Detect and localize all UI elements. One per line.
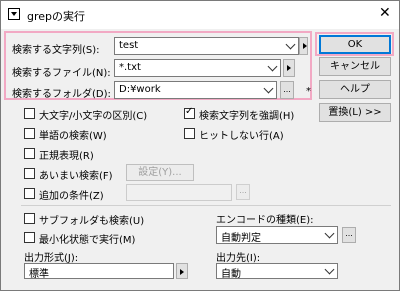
highlight-checkbox[interactable] [184,106,195,119]
search-file-label: 検索するファイル(N): [12,68,111,79]
search-file-menu-button[interactable] [283,59,295,77]
regex-checkbox[interactable] [24,148,35,159]
search-folder-value: D:¥work [119,84,161,95]
regex-label: 正規表現(R) [39,151,94,162]
cancel-button[interactable]: キャンセル [319,57,391,76]
word-checkbox[interactable] [24,128,35,139]
extra-condition-label: 追加の条件(Z) [39,191,104,202]
extra-condition-checkbox[interactable] [24,188,35,199]
search-folder-combo[interactable]: D:¥work [114,81,277,99]
system-menu-icon[interactable] [8,8,20,20]
encoding-value: 自動判定 [221,233,261,244]
case-checkbox[interactable] [24,108,35,119]
output-target-value: 自動 [221,269,241,280]
title-bar: grepの実行 ✕ [1,1,399,29]
output-format-label: 出力形式(J): [24,253,79,264]
grep-dialog: grepの実行 ✕ 検索する文字列(S): test 検索するファイル(N): … [0,0,400,291]
output-format-field[interactable]: 標準 [24,263,174,280]
minimize-checkbox[interactable] [24,232,35,243]
options-divider [21,205,391,206]
search-text-value: test [119,40,139,51]
invert-label: ヒットしない行(A) [199,131,284,142]
search-file-value: *.txt [119,62,141,73]
settings-button[interactable]: 設定(Y)... [126,164,194,181]
chevron-down-icon[interactable] [324,228,335,239]
close-icon[interactable]: ✕ [379,5,391,21]
subfolder-label: サブフォルダも検索(U) [39,216,145,227]
chevron-down-icon[interactable] [263,83,274,94]
folder-star-mark: * [306,86,311,97]
help-button[interactable]: ヘルプ [319,80,391,99]
chevron-down-icon[interactable] [324,264,335,275]
search-text-combo[interactable]: test [114,37,299,55]
fuzzy-checkbox[interactable] [24,168,35,179]
output-target-select[interactable]: 自動 [216,263,338,280]
output-format-value: 標準 [29,269,49,280]
output-target-label: 出力先(I): [216,253,261,264]
search-text-menu-button[interactable] [299,37,308,55]
chevron-down-icon[interactable] [285,39,296,50]
extra-condition-browse-button[interactable]: ... [236,184,250,200]
highlight-label: 検索文字列を強調(H) [199,111,295,122]
search-file-combo[interactable]: *.txt [114,59,281,77]
encoding-select[interactable]: 自動判定 [216,226,338,244]
search-folder-label: 検索するフォルダ(D): [12,89,111,100]
extra-condition-field[interactable] [126,184,232,201]
encoding-label: エンコードの種類(E): [216,215,314,226]
invert-checkbox[interactable] [184,128,195,139]
chevron-down-icon[interactable] [267,61,278,72]
replace-button[interactable]: 置換(L) >> [319,103,391,122]
search-text-label: 検索する文字列(S): [12,45,100,56]
case-label: 大文字/小文字の区別(C) [39,111,148,122]
ok-button[interactable]: OK [319,35,391,54]
subfolder-checkbox[interactable] [24,213,35,224]
folder-browse-button[interactable]: ... [280,81,294,99]
minimize-label: 最小化状態で実行(M) [39,235,136,246]
word-label: 単語の検索(W) [39,131,107,142]
fuzzy-label: あいまい検索(F) [39,171,113,182]
encoding-browse-button[interactable]: ... [342,227,356,243]
output-format-menu-button[interactable] [176,263,188,279]
window-title: grepの実行 [27,10,86,23]
